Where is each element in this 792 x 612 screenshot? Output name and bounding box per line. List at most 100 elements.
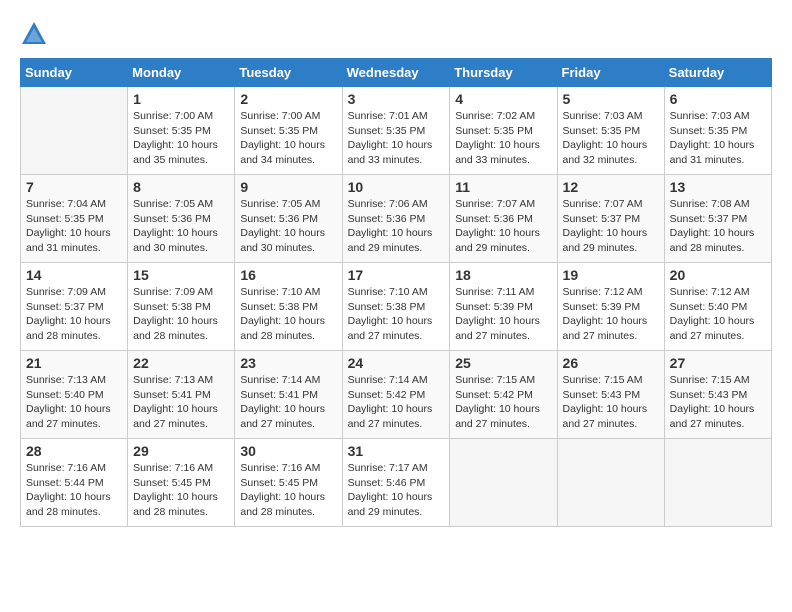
day-info: Sunrise: 7:07 AM Sunset: 5:36 PM Dayligh… [455,197,551,256]
day-info: Sunrise: 7:05 AM Sunset: 5:36 PM Dayligh… [240,197,336,256]
calendar-cell: 11Sunrise: 7:07 AM Sunset: 5:36 PM Dayli… [450,175,557,263]
calendar-cell: 19 Sunrise: 7:12 AM Sunset: 5:39 PM Dayli… [557,263,664,351]
week-row-5: 28 Sunrise: 7:16 AM Sunset: 5:44 PM Dayli… [21,439,772,527]
week-row-2: 7 Sunrise: 7:04 AM Sunset: 5:35 PM Daylig… [21,175,772,263]
column-header-saturday: Saturday [664,59,771,87]
day-info: Sunrise: 7:15 AM Sunset: 5:42 PM Dayligh… [455,373,551,432]
day-info: Sunrise: 7:04 AM Sunset: 5:35 PM Dayligh… [26,197,122,256]
calendar-cell [664,439,771,527]
column-header-sunday: Sunday [21,59,128,87]
day-info: Sunrise: 7:08 AM Sunset: 5:37 PM Dayligh… [670,197,766,256]
day-info: Sunrise: 7:09 AM Sunset: 5:37 PM Dayligh… [26,285,122,344]
day-number: 29 [133,443,229,459]
day-number: 6 [670,91,766,107]
day-number: 18 [455,267,551,283]
calendar-cell: 8 Sunrise: 7:05 AM Sunset: 5:36 PM Daylig… [128,175,235,263]
day-info: Sunrise: 7:13 AM Sunset: 5:40 PM Dayligh… [26,373,122,432]
day-info: Sunrise: 7:16 AM Sunset: 5:45 PM Dayligh… [133,461,229,520]
calendar-cell: 21 Sunrise: 7:13 AM Sunset: 5:40 PM Dayli… [21,351,128,439]
day-number: 23 [240,355,336,371]
calendar-cell: 24 Sunrise: 7:14 AM Sunset: 5:42 PM Dayli… [342,351,450,439]
column-header-friday: Friday [557,59,664,87]
calendar-header-row: SundayMondayTuesdayWednesdayThursdayFrid… [21,59,772,87]
day-info: Sunrise: 7:16 AM Sunset: 5:44 PM Dayligh… [26,461,122,520]
day-info: Sunrise: 7:00 AM Sunset: 5:35 PM Dayligh… [240,109,336,168]
day-info: Sunrise: 7:14 AM Sunset: 5:42 PM Dayligh… [348,373,445,432]
day-info: Sunrise: 7:00 AM Sunset: 5:35 PM Dayligh… [133,109,229,168]
calendar-cell: 16 Sunrise: 7:10 AM Sunset: 5:38 PM Dayli… [235,263,342,351]
calendar-cell: 7 Sunrise: 7:04 AM Sunset: 5:35 PM Daylig… [21,175,128,263]
day-number: 21 [26,355,122,371]
day-number: 26 [563,355,659,371]
calendar-cell: 20 Sunrise: 7:12 AM Sunset: 5:40 PM Dayli… [664,263,771,351]
calendar-table: SundayMondayTuesdayWednesdayThursdayFrid… [20,58,772,527]
day-number: 25 [455,355,551,371]
calendar-cell: 26 Sunrise: 7:15 AM Sunset: 5:43 PM Dayli… [557,351,664,439]
day-number: 28 [26,443,122,459]
day-number: 10 [348,179,445,195]
column-header-wednesday: Wednesday [342,59,450,87]
day-info: Sunrise: 7:14 AM Sunset: 5:41 PM Dayligh… [240,373,336,432]
day-number: 16 [240,267,336,283]
calendar-cell: 31 Sunrise: 7:17 AM Sunset: 5:46 PM Dayli… [342,439,450,527]
day-number: 8 [133,179,229,195]
day-info: Sunrise: 7:12 AM Sunset: 5:40 PM Dayligh… [670,285,766,344]
calendar-cell: 23 Sunrise: 7:14 AM Sunset: 5:41 PM Dayli… [235,351,342,439]
column-header-thursday: Thursday [450,59,557,87]
week-row-1: 1 Sunrise: 7:00 AM Sunset: 5:35 PM Daylig… [21,87,772,175]
day-number: 31 [348,443,445,459]
calendar-cell [450,439,557,527]
day-number: 12 [563,179,659,195]
calendar-cell: 28 Sunrise: 7:16 AM Sunset: 5:44 PM Dayli… [21,439,128,527]
calendar-cell: 25 Sunrise: 7:15 AM Sunset: 5:42 PM Dayli… [450,351,557,439]
calendar-cell: 12 Sunrise: 7:07 AM Sunset: 5:37 PM Dayli… [557,175,664,263]
day-info: Sunrise: 7:05 AM Sunset: 5:36 PM Dayligh… [133,197,229,256]
day-number: 2 [240,91,336,107]
day-info: Sunrise: 7:15 AM Sunset: 5:43 PM Dayligh… [563,373,659,432]
day-info: Sunrise: 7:01 AM Sunset: 5:35 PM Dayligh… [348,109,445,168]
day-info: Sunrise: 7:02 AM Sunset: 5:35 PM Dayligh… [455,109,551,168]
column-header-monday: Monday [128,59,235,87]
day-number: 27 [670,355,766,371]
day-number: 22 [133,355,229,371]
week-row-4: 21 Sunrise: 7:13 AM Sunset: 5:40 PM Dayli… [21,351,772,439]
day-number: 17 [348,267,445,283]
day-number: 30 [240,443,336,459]
day-info: Sunrise: 7:15 AM Sunset: 5:43 PM Dayligh… [670,373,766,432]
day-number: 19 [563,267,659,283]
calendar-cell: 30Sunrise: 7:16 AM Sunset: 5:45 PM Dayli… [235,439,342,527]
week-row-3: 14 Sunrise: 7:09 AM Sunset: 5:37 PM Dayli… [21,263,772,351]
day-number: 24 [348,355,445,371]
calendar-cell: 29 Sunrise: 7:16 AM Sunset: 5:45 PM Dayli… [128,439,235,527]
day-number: 3 [348,91,445,107]
day-info: Sunrise: 7:17 AM Sunset: 5:46 PM Dayligh… [348,461,445,520]
calendar-cell: 5Sunrise: 7:03 AM Sunset: 5:35 PM Daylig… [557,87,664,175]
day-number: 15 [133,267,229,283]
calendar-cell: 27 Sunrise: 7:15 AM Sunset: 5:43 PM Dayli… [664,351,771,439]
day-info: Sunrise: 7:09 AM Sunset: 5:38 PM Dayligh… [133,285,229,344]
day-info: Sunrise: 7:12 AM Sunset: 5:39 PM Dayligh… [563,285,659,344]
logo [20,20,52,48]
day-number: 4 [455,91,551,107]
column-header-tuesday: Tuesday [235,59,342,87]
day-info: Sunrise: 7:07 AM Sunset: 5:37 PM Dayligh… [563,197,659,256]
calendar-cell: 2 Sunrise: 7:00 AM Sunset: 5:35 PM Daylig… [235,87,342,175]
calendar-cell: 14 Sunrise: 7:09 AM Sunset: 5:37 PM Dayli… [21,263,128,351]
day-number: 7 [26,179,122,195]
calendar-cell: 15 Sunrise: 7:09 AM Sunset: 5:38 PM Dayli… [128,263,235,351]
day-info: Sunrise: 7:03 AM Sunset: 5:35 PM Dayligh… [670,109,766,168]
day-number: 1 [133,91,229,107]
day-number: 14 [26,267,122,283]
calendar-cell: 17 Sunrise: 7:10 AM Sunset: 5:38 PM Dayli… [342,263,450,351]
day-number: 20 [670,267,766,283]
calendar-cell: 13 Sunrise: 7:08 AM Sunset: 5:37 PM Dayli… [664,175,771,263]
day-number: 9 [240,179,336,195]
calendar-cell [21,87,128,175]
day-info: Sunrise: 7:10 AM Sunset: 5:38 PM Dayligh… [348,285,445,344]
day-info: Sunrise: 7:10 AM Sunset: 5:38 PM Dayligh… [240,285,336,344]
calendar-cell: 1 Sunrise: 7:00 AM Sunset: 5:35 PM Daylig… [128,87,235,175]
calendar-cell: 22Sunrise: 7:13 AM Sunset: 5:41 PM Dayli… [128,351,235,439]
day-number: 13 [670,179,766,195]
calendar-cell: 18Sunrise: 7:11 AM Sunset: 5:39 PM Dayli… [450,263,557,351]
day-info: Sunrise: 7:03 AM Sunset: 5:35 PM Dayligh… [563,109,659,168]
